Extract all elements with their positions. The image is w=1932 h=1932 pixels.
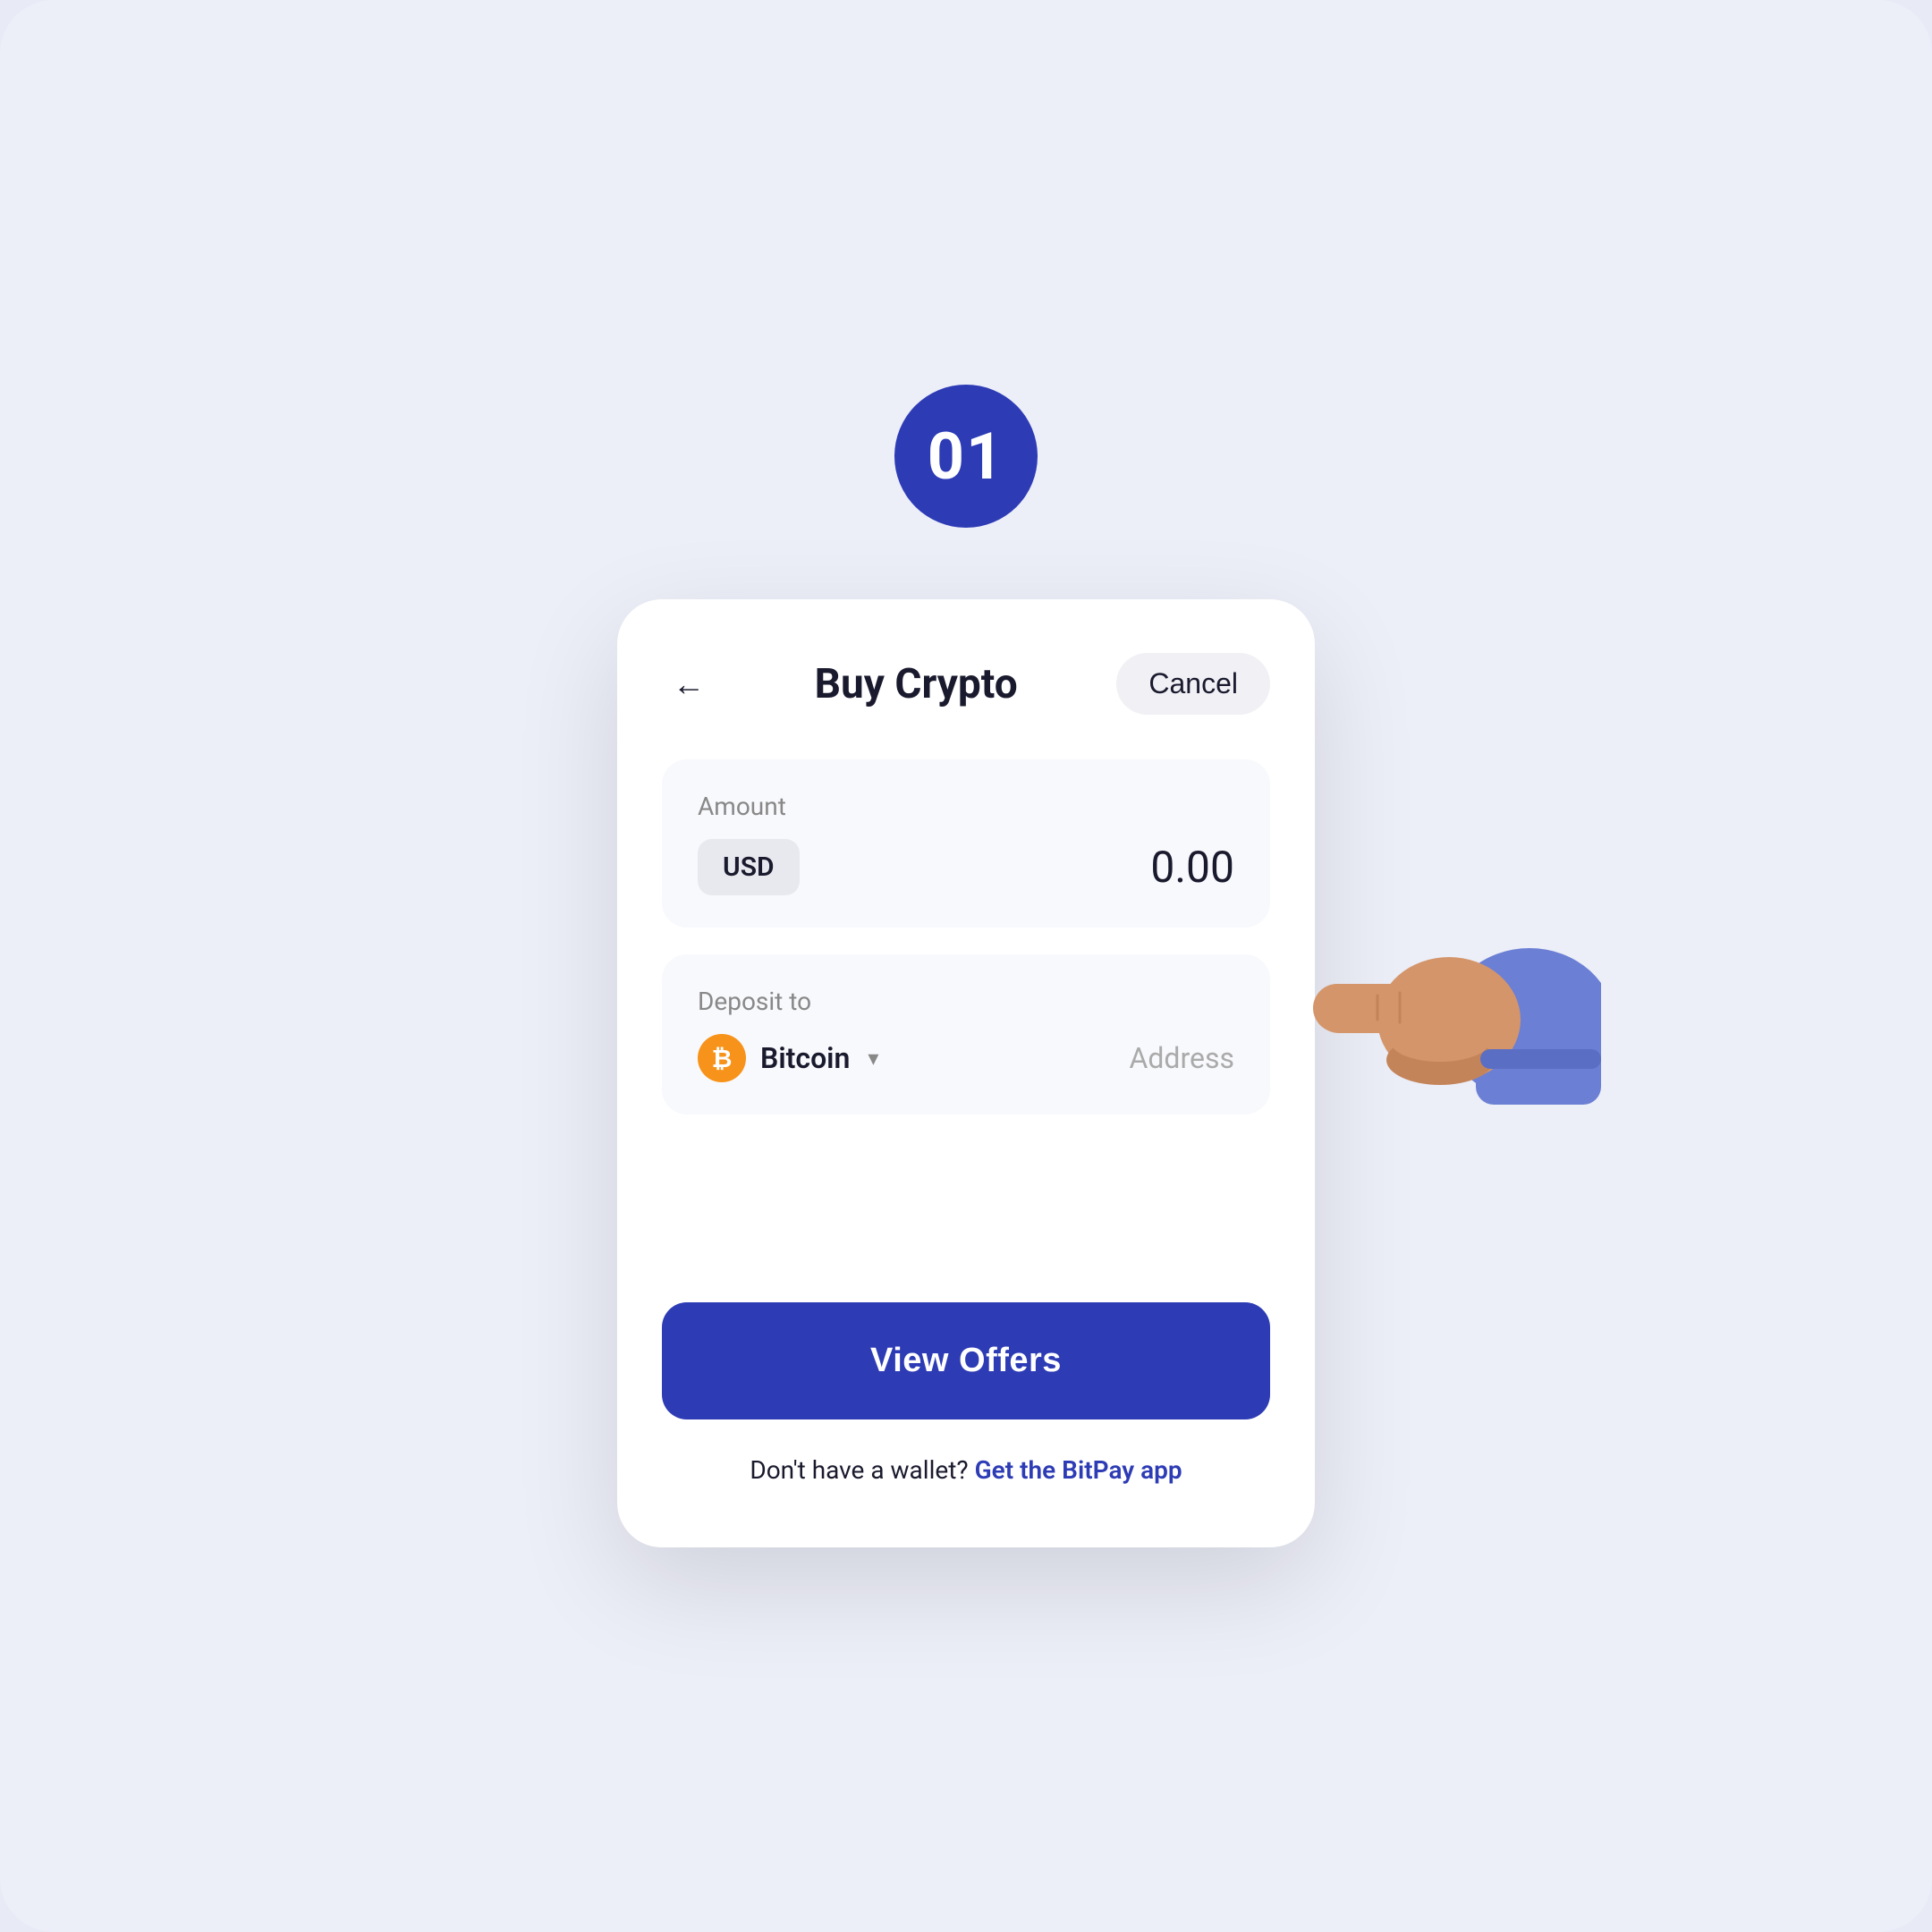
footer-text: Don't have a wallet? Get the BitPay app <box>662 1455 1270 1485</box>
phone-card: ← Buy Crypto Cancel Amount USD 0.00 Depo… <box>617 599 1315 1547</box>
address-label[interactable]: Address <box>1129 1041 1234 1075</box>
amount-label: Amount <box>698 792 1234 821</box>
phone-wrapper: ← Buy Crypto Cancel Amount USD 0.00 Depo… <box>617 599 1315 1547</box>
bitcoin-name: Bitcoin <box>760 1041 850 1075</box>
page-container: 01 ← Buy Crypto Cancel Amount USD 0.00 <box>0 0 1932 1932</box>
view-offers-button[interactable]: View Offers <box>662 1302 1270 1419</box>
deposit-card: Deposit to ₿ Bitcoin ▾ Address <box>662 954 1270 1114</box>
currency-badge[interactable]: USD <box>698 839 800 895</box>
phone-header: ← Buy Crypto Cancel <box>662 653 1270 715</box>
footer-static-text: Don't have a wallet? <box>750 1455 968 1485</box>
spacer <box>662 1141 1270 1302</box>
deposit-label: Deposit to <box>698 987 1234 1016</box>
bitcoin-selector[interactable]: ₿ Bitcoin ▾ <box>698 1034 878 1082</box>
cancel-button[interactable]: Cancel <box>1116 653 1270 715</box>
hand-illustration <box>1261 863 1601 1131</box>
back-button[interactable]: ← <box>662 657 716 711</box>
chevron-down-icon: ▾ <box>868 1046 878 1071</box>
step-badge: 01 <box>894 385 1038 528</box>
bitcoin-icon: ₿ <box>698 1034 746 1082</box>
amount-row: USD 0.00 <box>698 839 1234 895</box>
deposit-row: ₿ Bitcoin ▾ Address <box>698 1034 1234 1082</box>
step-number: 01 <box>928 419 1005 495</box>
page-title: Buy Crypto <box>815 660 1018 708</box>
amount-value[interactable]: 0.00 <box>1150 842 1234 893</box>
back-arrow-icon: ← <box>673 668 705 700</box>
footer-link[interactable]: Get the BitPay app <box>975 1455 1182 1485</box>
bitcoin-symbol: ₿ <box>712 1044 733 1073</box>
amount-card: Amount USD 0.00 <box>662 759 1270 928</box>
